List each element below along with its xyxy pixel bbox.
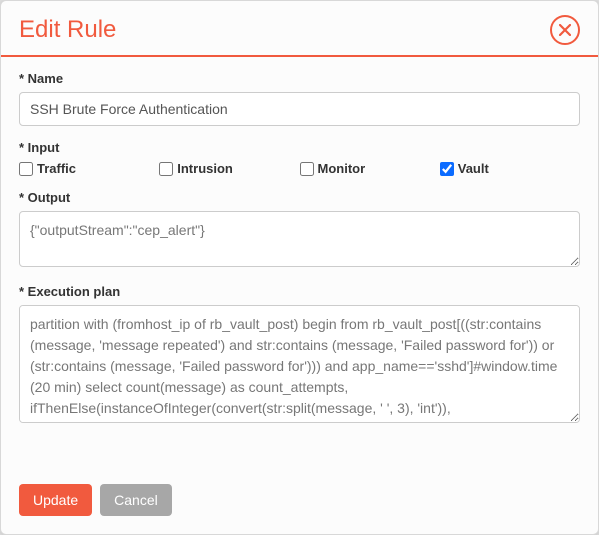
output-label: * Output bbox=[19, 190, 580, 205]
checkbox-monitor-label: Monitor bbox=[318, 161, 366, 176]
cancel-button[interactable]: Cancel bbox=[100, 484, 172, 516]
modal-body: * Name * Input Traffic Intrusion Monitor bbox=[1, 57, 598, 472]
checkbox-monitor-input[interactable] bbox=[300, 162, 314, 176]
checkbox-traffic[interactable]: Traffic bbox=[19, 161, 159, 176]
input-group: * Input Traffic Intrusion Monitor Vault bbox=[19, 140, 580, 176]
checkbox-traffic-input[interactable] bbox=[19, 162, 33, 176]
checkbox-intrusion-label: Intrusion bbox=[177, 161, 233, 176]
checkbox-traffic-label: Traffic bbox=[37, 161, 76, 176]
output-group: * Output bbox=[19, 190, 580, 270]
modal-footer: Update Cancel bbox=[1, 472, 598, 534]
exec-group: * Execution plan bbox=[19, 284, 580, 426]
input-checkbox-row: Traffic Intrusion Monitor Vault bbox=[19, 161, 580, 176]
edit-rule-modal: Edit Rule * Name * Input Traffic bbox=[0, 0, 599, 535]
modal-title: Edit Rule bbox=[19, 16, 116, 44]
exec-textarea[interactable] bbox=[19, 305, 580, 423]
close-button[interactable] bbox=[550, 15, 580, 45]
close-icon bbox=[559, 24, 571, 36]
update-button[interactable]: Update bbox=[19, 484, 92, 516]
checkbox-vault[interactable]: Vault bbox=[440, 161, 580, 176]
checkbox-intrusion[interactable]: Intrusion bbox=[159, 161, 299, 176]
checkbox-vault-input[interactable] bbox=[440, 162, 454, 176]
input-label: * Input bbox=[19, 140, 580, 155]
modal-header: Edit Rule bbox=[1, 1, 598, 57]
name-input[interactable] bbox=[19, 92, 580, 126]
checkbox-vault-label: Vault bbox=[458, 161, 489, 176]
output-textarea[interactable] bbox=[19, 211, 580, 267]
checkbox-intrusion-input[interactable] bbox=[159, 162, 173, 176]
exec-label: * Execution plan bbox=[19, 284, 580, 299]
name-label: * Name bbox=[19, 71, 580, 86]
checkbox-monitor[interactable]: Monitor bbox=[300, 161, 440, 176]
name-group: * Name bbox=[19, 71, 580, 126]
